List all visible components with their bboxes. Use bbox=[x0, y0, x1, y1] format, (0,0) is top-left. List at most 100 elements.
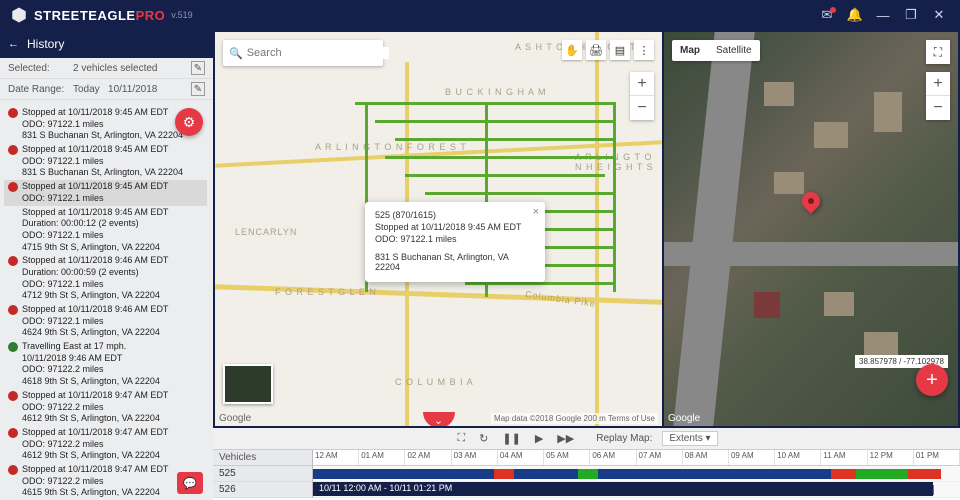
area-lencarlyn: LENCARLYN bbox=[235, 227, 297, 237]
add-fab[interactable]: + bbox=[916, 364, 948, 396]
version-label: v.519 bbox=[171, 10, 192, 20]
map-type-toggle[interactable]: Map Satellite bbox=[672, 40, 760, 61]
main-area: ← History Selected: 2 vehicles selected … bbox=[0, 30, 960, 500]
map-tool-hand-icon[interactable]: ✋ bbox=[562, 40, 582, 60]
event-dot-icon bbox=[8, 428, 18, 438]
timeline-grid[interactable]: 12 AM01 AM02 AM03 AM04 AM05 AM06 AM07 AM… bbox=[313, 450, 960, 498]
road-map-pane[interactable]: A S H T O N H E I G H T S B U C K I N G … bbox=[215, 32, 662, 426]
search-icon: 🔍 bbox=[229, 47, 243, 60]
event-item[interactable]: Stopped at 10/11/2018 9:45 AM EDTDuratio… bbox=[4, 206, 207, 255]
minimize-button[interactable]: — bbox=[872, 4, 894, 26]
timeline-hour: 12 PM bbox=[868, 450, 914, 465]
event-list[interactable]: Stopped at 10/11/2018 9:45 AM EDTODO: 97… bbox=[0, 100, 213, 500]
google-logo-sat: Google bbox=[668, 413, 700, 424]
event-dot-icon bbox=[8, 108, 18, 118]
timeline-hour: 06 AM bbox=[590, 450, 636, 465]
timeline-hour: 01 PM bbox=[914, 450, 960, 465]
timeline-hour: 07 AM bbox=[637, 450, 683, 465]
timeline-hour: 01 AM bbox=[359, 450, 405, 465]
event-item[interactable]: Stopped at 10/11/2018 9:45 AM EDTODO: 97… bbox=[4, 143, 207, 180]
event-text: Stopped at 10/11/2018 9:47 AM EDTODO: 97… bbox=[22, 390, 205, 425]
map-type-map[interactable]: Map bbox=[672, 40, 708, 61]
event-text: Stopped at 10/11/2018 9:45 AM EDTDuratio… bbox=[22, 207, 205, 254]
chat-fab[interactable]: 💬 bbox=[177, 472, 203, 494]
selected-value: 2 vehicles selected bbox=[73, 63, 191, 74]
event-item[interactable]: Stopped at 10/11/2018 9:46 AM EDTODO: 97… bbox=[4, 303, 207, 340]
map-tool-layers-icon[interactable]: ▤ bbox=[610, 40, 630, 60]
close-button[interactable]: ✕ bbox=[928, 4, 950, 26]
selected-row: Selected: 2 vehicles selected ✎ bbox=[0, 58, 213, 79]
info-close-icon[interactable]: × bbox=[533, 206, 539, 218]
event-text: Stopped at 10/11/2018 9:45 AM EDTODO: 97… bbox=[22, 181, 205, 204]
event-dot-icon bbox=[8, 145, 18, 155]
info-title: 525 (870/1615) bbox=[375, 210, 535, 220]
mail-icon[interactable]: ✉ bbox=[816, 4, 838, 26]
info-line1: Stopped at 10/11/2018 9:45 AM EDT bbox=[375, 222, 535, 232]
event-dot-icon bbox=[8, 391, 18, 401]
edit-date-icon[interactable]: ✎ bbox=[191, 82, 205, 96]
expand-down-handle[interactable]: ⌄ bbox=[423, 412, 455, 426]
info-line2: ODO: 97122.1 miles bbox=[375, 234, 535, 244]
satellite-map-pane[interactable]: Map Satellite ⛶ + − 38.857978 / -77.1029… bbox=[664, 32, 958, 426]
timeline-hour: 12 AM bbox=[313, 450, 359, 465]
timeline-body: Vehicles 525 526 12 AM01 AM02 AM03 AM04 … bbox=[213, 450, 960, 498]
restore-button[interactable]: ❐ bbox=[900, 4, 922, 26]
map-info-window: × 525 (870/1615) Stopped at 10/11/2018 9… bbox=[365, 202, 545, 282]
map-toolbar: ✋ 🖨 ▤ ⋮ bbox=[562, 40, 654, 60]
zoom-out-button[interactable]: − bbox=[630, 96, 654, 120]
google-logo: Google bbox=[219, 413, 251, 424]
timeline-panel: ⛶ ↻ ❚❚ ▶ ▶▶ Replay Map: Extents ▾ Vehicl… bbox=[213, 428, 960, 500]
tl-play-icon[interactable]: ▶ bbox=[533, 430, 545, 447]
timeline-controls: ⛶ ↻ ❚❚ ▶ ▶▶ Replay Map: Extents ▾ bbox=[213, 428, 960, 450]
event-item[interactable]: Stopped at 10/11/2018 9:47 AM EDTODO: 97… bbox=[4, 389, 207, 426]
map-tool-print-icon[interactable]: 🖨 bbox=[586, 40, 606, 60]
tl-reset-icon[interactable]: ↻ bbox=[477, 430, 490, 447]
timeline-hour: 08 AM bbox=[683, 450, 729, 465]
info-line3: 831 S Buchanan St, Arlington, VA 22204 bbox=[375, 252, 535, 272]
map-inset-thumbnail[interactable] bbox=[223, 364, 273, 404]
tl-pause-icon[interactable]: ❚❚ bbox=[500, 430, 522, 447]
bell-icon[interactable]: 🔔 bbox=[844, 4, 866, 26]
event-item[interactable]: Stopped at 10/11/2018 9:46 AM EDTDuratio… bbox=[4, 254, 207, 303]
zoom-in-button[interactable]: + bbox=[630, 72, 654, 96]
timeline-hours: 12 AM01 AM02 AM03 AM04 AM05 AM06 AM07 AM… bbox=[313, 450, 960, 466]
event-dot-icon bbox=[8, 256, 18, 266]
sat-zoom-in-button[interactable]: + bbox=[926, 72, 950, 96]
history-sidebar: ← History Selected: 2 vehicles selected … bbox=[0, 30, 213, 500]
timeline-hour: 09 AM bbox=[729, 450, 775, 465]
sat-zoom-out-button[interactable]: − bbox=[926, 96, 950, 120]
map-search-input[interactable] bbox=[247, 47, 389, 59]
event-item[interactable]: Travelling East at 17 mph.10/11/2018 9:4… bbox=[4, 340, 207, 389]
event-text: Stopped at 10/11/2018 9:46 AM EDTDuratio… bbox=[22, 255, 205, 302]
map-tool-more-icon[interactable]: ⋮ bbox=[634, 40, 654, 60]
date-range-label: Date Range: bbox=[8, 84, 73, 95]
settings-fab[interactable]: ⚙ bbox=[175, 108, 203, 136]
timeline-hour: 03 AM bbox=[452, 450, 498, 465]
vehicle-row-525[interactable]: 525 bbox=[213, 466, 312, 482]
tl-ff-icon[interactable]: ▶▶ bbox=[555, 430, 576, 447]
event-dot-icon bbox=[8, 208, 18, 218]
edit-selected-icon[interactable]: ✎ bbox=[191, 61, 205, 75]
content-area: A S H T O N H E I G H T S B U C K I N G … bbox=[213, 30, 960, 500]
fullscreen-icon[interactable]: ⛶ bbox=[926, 40, 950, 64]
replay-map-dropdown[interactable]: Extents ▾ bbox=[662, 431, 717, 446]
event-dot-icon bbox=[8, 465, 18, 475]
timeline-hour: 02 AM bbox=[405, 450, 451, 465]
event-dot-icon bbox=[8, 182, 18, 192]
timeline-hour: 05 AM bbox=[544, 450, 590, 465]
event-text: Travelling East at 17 mph.10/11/2018 9:4… bbox=[22, 341, 205, 388]
timeline-track-525[interactable] bbox=[313, 466, 960, 482]
map-type-satellite[interactable]: Satellite bbox=[708, 40, 760, 61]
back-arrow-icon[interactable]: ← bbox=[8, 38, 19, 50]
location-pin-icon bbox=[802, 192, 820, 210]
vehicle-row-526[interactable]: 526 bbox=[213, 482, 312, 498]
event-dot-icon bbox=[8, 342, 18, 352]
event-item[interactable]: Stopped at 10/11/2018 9:45 AM EDTODO: 97… bbox=[4, 180, 207, 205]
timeline-vehicle-column: Vehicles 525 526 bbox=[213, 450, 313, 498]
timeline-hour: 10 AM bbox=[775, 450, 821, 465]
event-item[interactable]: Stopped at 10/11/2018 9:47 AM EDTODO: 97… bbox=[4, 426, 207, 463]
map-search-box[interactable]: 🔍 bbox=[223, 40, 383, 66]
timeline-range-label: 10/11 12:00 AM - 10/11 01:21 PM bbox=[313, 482, 933, 496]
area-columbia: C O L U M B I A bbox=[395, 377, 474, 387]
tl-fullscreen-icon[interactable]: ⛶ bbox=[455, 430, 467, 447]
